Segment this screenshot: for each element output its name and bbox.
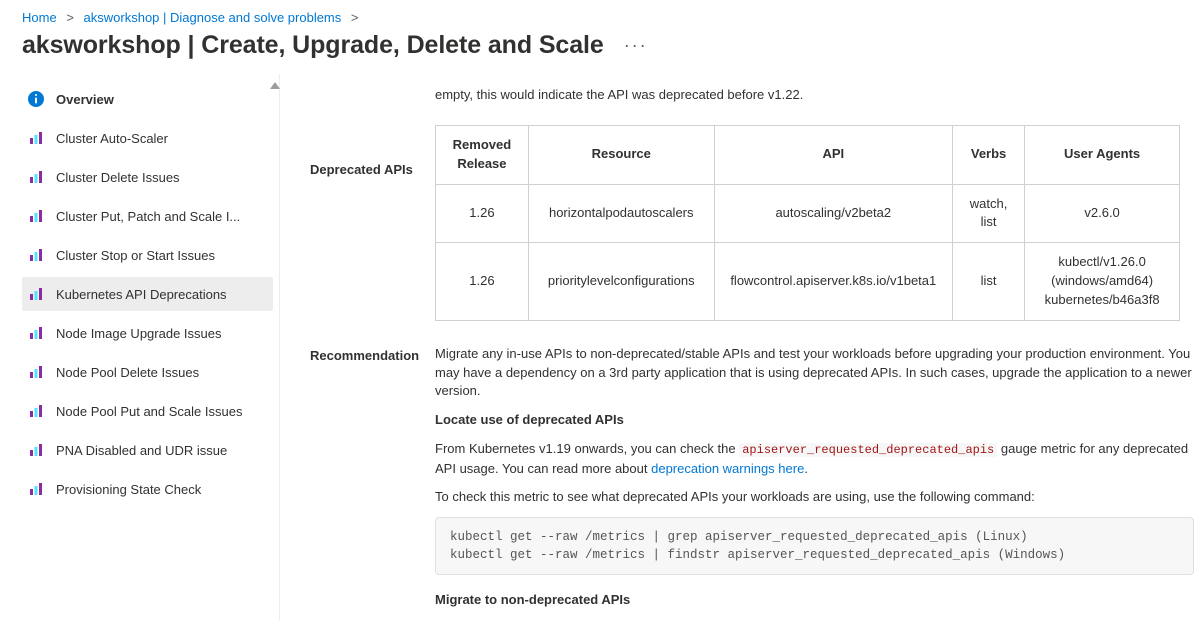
cell-removed: 1.26 <box>436 184 529 243</box>
cell-agents: v2.6.0 <box>1025 184 1180 243</box>
locate-heading: Locate use of deprecated APIs <box>435 412 624 427</box>
sidebar-item-node-pool-put-scale[interactable]: Node Pool Put and Scale Issues <box>22 394 273 428</box>
deprecated-apis-section: Deprecated APIs Removed Release Resource… <box>310 125 1194 345</box>
cell-api: autoscaling/v2beta2 <box>714 184 952 243</box>
info-icon <box>28 91 44 107</box>
breadcrumb: Home > aksworkshop | Diagnose and solve … <box>0 0 1194 29</box>
cell-resource: prioritylevelconfigurations <box>528 243 714 321</box>
page-title: aksworkshop | Create, Upgrade, Delete an… <box>22 31 604 60</box>
deprecation-warnings-link[interactable]: deprecation warnings here <box>651 461 804 476</box>
cell-agents: kubectl/v1.26.0 (windows/amd64) kubernet… <box>1025 243 1180 321</box>
recommendation-text: Migrate any in-use APIs to non-deprecate… <box>435 345 1194 402</box>
inline-code: apiserver_requested_deprecated_apis <box>739 443 997 457</box>
page-title-row: aksworkshop | Create, Upgrade, Delete an… <box>0 29 1194 74</box>
more-actions-button[interactable]: ··· <box>624 35 648 56</box>
sidebar-item-node-pool-delete[interactable]: Node Pool Delete Issues <box>22 355 273 389</box>
recommendation-section: Recommendation Migrate any in-use APIs t… <box>310 345 1194 621</box>
sidebar-item-label: Node Image Upgrade Issues <box>56 326 221 341</box>
bar-chart-icon <box>28 403 44 419</box>
breadcrumb-resource[interactable]: aksworkshop | Diagnose and solve problem… <box>84 10 342 25</box>
sidebar-item-cluster-auto-scaler[interactable]: Cluster Auto-Scaler <box>22 121 273 155</box>
sidebar-item-pna-disabled-udr[interactable]: PNA Disabled and UDR issue <box>22 433 273 467</box>
bar-chart-icon <box>28 247 44 263</box>
table-header-resource: Resource <box>528 125 714 184</box>
collapse-sidebar-icon[interactable] <box>270 82 280 89</box>
bar-chart-icon <box>28 286 44 302</box>
deprecated-apis-table: Removed Release Resource API Verbs User … <box>435 125 1180 321</box>
section-label-deprecated: Deprecated APIs <box>310 125 435 180</box>
locate-text: From Kubernetes v1.19 onwards, you can c… <box>435 440 1194 478</box>
sidebar-item-node-image-upgrade[interactable]: Node Image Upgrade Issues <box>22 316 273 350</box>
sidebar-item-label: Node Pool Put and Scale Issues <box>56 404 242 419</box>
chevron-right-icon: > <box>351 10 359 25</box>
check-metric-text: To check this metric to see what depreca… <box>435 488 1194 507</box>
cell-removed: 1.26 <box>436 243 529 321</box>
sidebar-item-cluster-stop-start[interactable]: Cluster Stop or Start Issues <box>22 238 273 272</box>
chevron-right-icon: > <box>66 10 74 25</box>
sidebar-item-cluster-delete-issues[interactable]: Cluster Delete Issues <box>22 160 273 194</box>
bar-chart-icon <box>28 169 44 185</box>
cell-resource: horizontalpodautoscalers <box>528 184 714 243</box>
sidebar-item-label: Cluster Delete Issues <box>56 170 180 185</box>
bar-chart-icon <box>28 325 44 341</box>
lead-text-fragment: empty, this would indicate the API was d… <box>435 86 1194 105</box>
table-header-api: API <box>714 125 952 184</box>
sidebar-item-kubernetes-api-deprecations[interactable]: Kubernetes API Deprecations <box>22 277 273 311</box>
cell-api: flowcontrol.apiserver.k8s.io/v1beta1 <box>714 243 952 321</box>
sidebar-item-label: Cluster Auto-Scaler <box>56 131 168 146</box>
table-header-agents: User Agents <box>1025 125 1180 184</box>
table-header-removed: Removed Release <box>436 125 529 184</box>
bar-chart-icon <box>28 442 44 458</box>
cell-verbs: list <box>952 243 1024 321</box>
code-block[interactable]: kubectl get --raw /metrics | grep apiser… <box>435 517 1194 575</box>
bar-chart-icon <box>28 481 44 497</box>
sidebar-item-label: Cluster Stop or Start Issues <box>56 248 215 263</box>
breadcrumb-home[interactable]: Home <box>22 10 57 25</box>
sidebar-item-label: Node Pool Delete Issues <box>56 365 199 380</box>
table-header-verbs: Verbs <box>952 125 1024 184</box>
cell-verbs: watch, list <box>952 184 1024 243</box>
bar-chart-icon <box>28 364 44 380</box>
sidebar: Overview Cluster Auto-Scaler Cluster Del… <box>22 74 280 621</box>
sidebar-item-label: Provisioning State Check <box>56 482 201 497</box>
list-item: Update custom integrations and controlle… <box>469 620 1194 621</box>
migrate-bullets: Update custom integrations and controlle… <box>469 620 1194 621</box>
sidebar-item-label: Kubernetes API Deprecations <box>56 287 227 302</box>
sidebar-item-label: Overview <box>56 92 114 107</box>
sidebar-item-provisioning-state-check[interactable]: Provisioning State Check <box>22 472 273 506</box>
section-label-recommendation: Recommendation <box>310 345 435 366</box>
table-row: 1.26 prioritylevelconfigurations flowcon… <box>436 243 1180 321</box>
table-row: 1.26 horizontalpodautoscalers autoscalin… <box>436 184 1180 243</box>
main-content: empty, this would indicate the API was d… <box>280 74 1194 621</box>
sidebar-item-overview[interactable]: Overview <box>22 82 273 116</box>
sidebar-item-label: Cluster Put, Patch and Scale I... <box>56 209 240 224</box>
migrate-heading: Migrate to non-deprecated APIs <box>435 592 630 607</box>
sidebar-item-label: PNA Disabled and UDR issue <box>56 443 227 458</box>
sidebar-item-cluster-put-patch-scale[interactable]: Cluster Put, Patch and Scale I... <box>22 199 273 233</box>
bar-chart-icon <box>28 130 44 146</box>
bar-chart-icon <box>28 208 44 224</box>
